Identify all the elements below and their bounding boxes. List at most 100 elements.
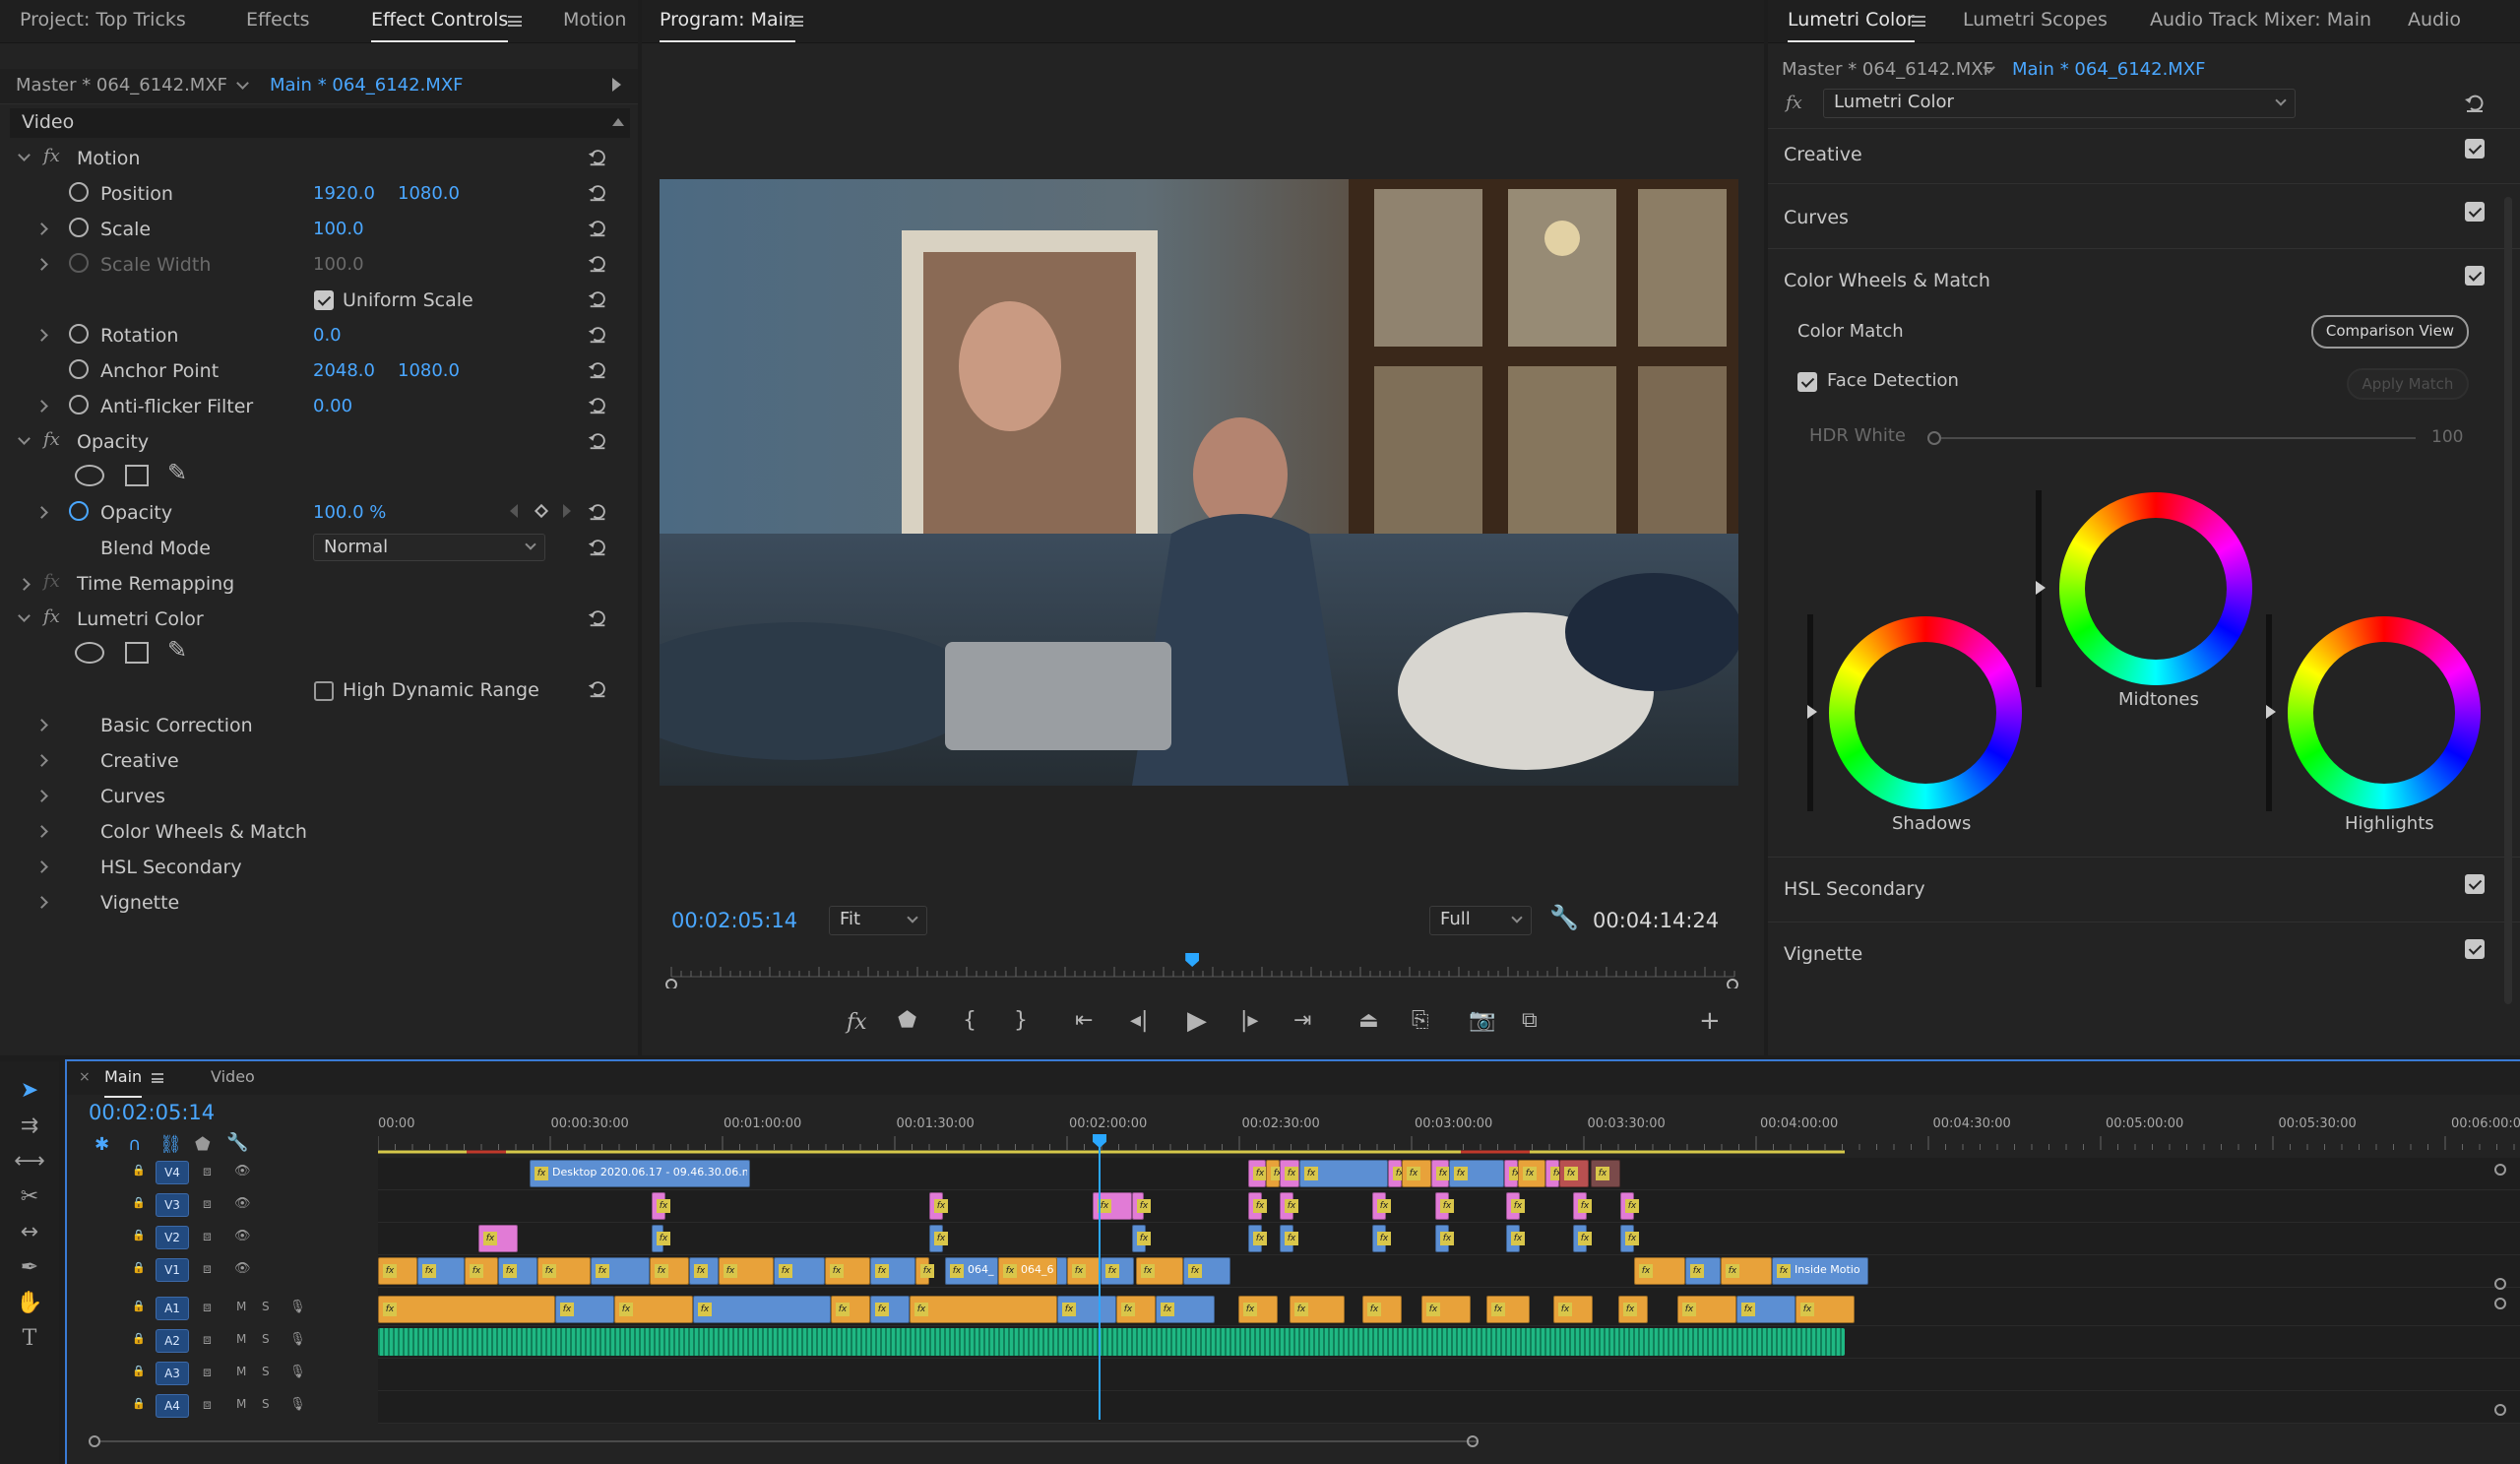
stopwatch-icon[interactable] (69, 359, 89, 379)
selection-tool-icon[interactable]: ➤ (12, 1073, 47, 1109)
pen-mask-icon[interactable]: ✎ (167, 459, 187, 486)
clip[interactable]: fx (870, 1257, 915, 1285)
track-target-a3[interactable]: A3 (156, 1362, 189, 1385)
effect-instance-dropdown[interactable]: Lumetri Color (1823, 89, 2296, 118)
clip[interactable]: fx (929, 1192, 948, 1220)
clip[interactable]: fx (689, 1257, 719, 1285)
audio-clip[interactable]: fx (1156, 1296, 1215, 1323)
microphone-icon[interactable]: 🎙 (289, 1332, 306, 1347)
reset-icon[interactable] (587, 252, 608, 274)
anchor-x-value[interactable]: 2048.0 (313, 360, 375, 381)
lock-icon[interactable]: 🔒 (132, 1164, 146, 1177)
sequence-clip-label[interactable]: Main * 064_6142.MXF (2012, 59, 2206, 80)
clip[interactable]: fx (1280, 1225, 1298, 1252)
lock-icon[interactable]: 🔒 (132, 1196, 146, 1209)
razor-tool-icon[interactable]: ✂ (12, 1179, 47, 1215)
clip[interactable]: fx (1266, 1160, 1285, 1187)
clip[interactable]: fx (1067, 1257, 1101, 1285)
face-detection-checkbox[interactable] (1797, 372, 1817, 392)
time-ruler[interactable]: 00:00 00:00:30:00 00:01:00:00 00:01:30:00 00… (378, 1116, 2520, 1156)
antiflicker-value[interactable]: 0.00 (313, 396, 352, 416)
curves-section-checkbox[interactable] (2465, 202, 2485, 222)
comparison-view-button[interactable]: Comparison View (2311, 315, 2469, 349)
solo-button[interactable]: S (262, 1332, 270, 1346)
scale-width-expand-icon[interactable] (35, 258, 48, 271)
lock-icon[interactable]: 🔒 (132, 1365, 146, 1377)
panel-menu-icon[interactable] (152, 1073, 163, 1083)
clip[interactable]: fx (1559, 1160, 1589, 1187)
audio-clip[interactable]: fx (1421, 1296, 1471, 1323)
wrench-icon[interactable]: 🔧 (1549, 904, 1579, 931)
clip[interactable]: fx (1136, 1257, 1183, 1285)
music-audio-clip[interactable] (378, 1328, 1845, 1356)
clip[interactable]: fx (652, 1225, 670, 1252)
audio-clip[interactable]: fx (555, 1296, 614, 1323)
fx-toggle-icon[interactable]: fx (847, 1010, 867, 1035)
lumetri-scrollbar[interactable] (2504, 197, 2512, 1004)
clip-desktop-recording[interactable]: fx Desktop 2020.06.17 - 09.46.30.06.mp (530, 1160, 750, 1187)
microphone-icon[interactable]: 🎙 (289, 1397, 306, 1412)
clip[interactable]: fx (378, 1257, 417, 1285)
scrollbar-handle-right[interactable] (1467, 1435, 1479, 1447)
clip[interactable]: fx (719, 1257, 774, 1285)
audio-clip[interactable]: fx (614, 1296, 693, 1323)
reset-icon[interactable] (587, 677, 608, 699)
clip[interactable]: fx (1685, 1257, 1721, 1285)
vignette-section-checkbox[interactable] (2465, 939, 2485, 959)
mute-button[interactable]: M (236, 1300, 246, 1313)
tab-lumetri-scopes[interactable]: Lumetri Scopes (1963, 9, 2108, 31)
clip[interactable]: fx (1402, 1160, 1431, 1187)
playhead-timecode[interactable]: 00:02:05:14 (671, 909, 797, 932)
clip[interactable]: fx (1132, 1225, 1151, 1252)
go-to-in-icon[interactable]: ⇤ (1075, 1008, 1093, 1033)
opacity-collapse-icon[interactable] (18, 432, 31, 445)
clip-inside-motion[interactable]: fx Inside Motio (1772, 1257, 1868, 1285)
clip[interactable]: fx (650, 1257, 689, 1285)
apply-match-button[interactable]: Apply Match (2347, 368, 2469, 400)
stopwatch-icon[interactable] (69, 182, 89, 202)
panel-menu-icon[interactable] (1912, 16, 1925, 27)
color-wheels-label[interactable]: Color Wheels & Match (100, 821, 307, 843)
clip[interactable]: fx (1435, 1225, 1454, 1252)
clip[interactable]: fx (1545, 1160, 1564, 1187)
hsl-secondary-section-label[interactable]: HSL Secondary (1784, 878, 1925, 900)
tab-audio[interactable]: Audio (2408, 9, 2461, 31)
clip[interactable]: fx (537, 1257, 591, 1285)
midtones-wheel[interactable] (2059, 492, 2252, 685)
clip[interactable]: fx (929, 1225, 948, 1252)
tab-timeline-video[interactable]: Video (211, 1067, 255, 1086)
extract-icon[interactable]: ⎘ (1412, 1008, 1429, 1033)
lock-icon[interactable]: 🔒 (132, 1261, 146, 1274)
lumetri-fx-icon[interactable]: fx (43, 606, 60, 627)
master-clip-label[interactable]: Master * 064_6142.MXF (16, 75, 227, 95)
reset-icon[interactable] (587, 500, 608, 522)
sync-lock-icon[interactable]: ⧈ (203, 1164, 212, 1179)
step-back-icon[interactable]: ◂| (1130, 1008, 1148, 1033)
hsl-secondary-section-checkbox[interactable] (2465, 874, 2485, 894)
clip[interactable]: fx (1183, 1257, 1230, 1285)
tab-audio-track-mixer[interactable]: Audio Track Mixer: Main (2150, 9, 2371, 31)
prev-keyframe-icon[interactable] (510, 504, 518, 518)
pen-mask-icon[interactable]: ✎ (167, 636, 187, 664)
clip[interactable]: fx (1506, 1225, 1525, 1252)
ellipse-mask-icon[interactable] (75, 465, 104, 486)
clip[interactable]: fx (652, 1192, 670, 1220)
lock-icon[interactable]: 🔒 (132, 1229, 146, 1241)
color-wheels-section-label[interactable]: Color Wheels & Match (1784, 270, 1990, 291)
audio-clip[interactable]: fx (1238, 1296, 1278, 1323)
eye-icon[interactable]: 👁 (234, 1196, 251, 1211)
vscroll-handle-top[interactable] (2494, 1164, 2506, 1176)
clip[interactable]: fx (1620, 1192, 1639, 1220)
step-forward-icon[interactable]: |▸ (1240, 1008, 1258, 1033)
curves-expand-icon[interactable] (35, 790, 48, 802)
motion-fx-icon[interactable]: fx (43, 146, 60, 166)
solo-button[interactable]: S (262, 1397, 270, 1411)
audio-clip[interactable]: fx (1290, 1296, 1345, 1323)
shadows-slider-handle[interactable] (1807, 705, 1817, 719)
track-target-v1[interactable]: V1 (156, 1258, 189, 1282)
hsl-secondary-label[interactable]: HSL Secondary (100, 857, 242, 878)
clip[interactable]: fx (1449, 1160, 1504, 1187)
clip-064-6[interactable]: fx 064_6 (998, 1257, 1057, 1285)
eye-icon[interactable]: 👁 (234, 1164, 251, 1178)
highlights-slider-handle[interactable] (2266, 705, 2276, 719)
